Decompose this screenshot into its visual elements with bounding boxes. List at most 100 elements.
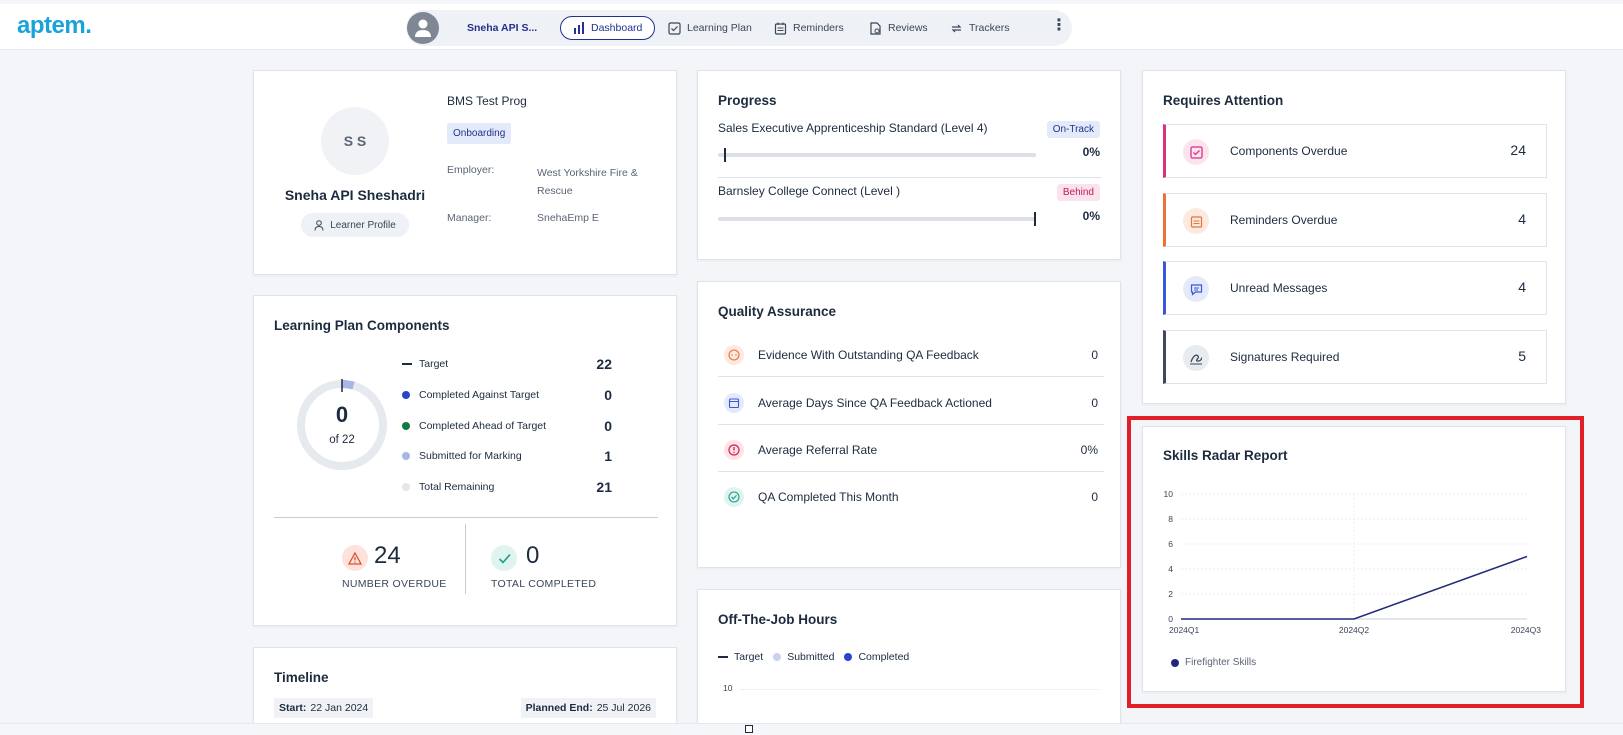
- progress-bar: [718, 217, 1036, 221]
- signatures-required-row[interactable]: Signatures Required 5: [1163, 330, 1547, 384]
- legend-submitted: Submitted: [773, 651, 834, 663]
- legend-completed: Completed: [844, 651, 909, 663]
- legend-dot: [844, 653, 853, 661]
- tab-label: Learning Plan: [687, 22, 752, 34]
- progress-title: Progress: [718, 93, 777, 108]
- tab-reviews[interactable]: Reviews: [869, 16, 928, 40]
- tab-learning-plan[interactable]: Learning Plan: [668, 16, 752, 40]
- completed-count: 0: [526, 542, 540, 569]
- learner-full-name: Sneha API Sheshadri: [284, 187, 426, 203]
- timeline-start: Start: 22 Jan 2024: [274, 698, 374, 718]
- overdue-label: NUMBER OVERDUE: [342, 578, 447, 590]
- attention-count: 4: [1518, 211, 1526, 227]
- legend-label: Target: [419, 358, 449, 370]
- on-track-badge: On-Track: [1046, 121, 1100, 138]
- progress-item-name[interactable]: Sales Executive Apprenticeship Standard …: [718, 121, 988, 135]
- timeline-end: Planned End: 25 Jul 2026: [520, 698, 656, 718]
- end-label: Planned End:: [525, 702, 593, 714]
- aptem-logo[interactable]: aptem.: [17, 12, 92, 40]
- legend-label: Total Remaining: [419, 481, 495, 493]
- legend-dot: [773, 653, 782, 661]
- employer-label: Employer:: [447, 164, 495, 176]
- tab-trackers[interactable]: Trackers: [950, 16, 1009, 40]
- attention-count: 5: [1518, 348, 1526, 364]
- otj-y-tick: 10: [723, 683, 733, 693]
- behind-badge: Behind: [1056, 184, 1100, 201]
- checkbox-icon: [1183, 139, 1209, 165]
- qa-title: Quality Assurance: [718, 304, 837, 319]
- check-circle-icon: [724, 487, 744, 507]
- reminders-overdue-row[interactable]: Reminders Overdue 4: [1163, 193, 1547, 247]
- tab-label: Reviews: [888, 22, 928, 34]
- legend-label: Completed Ahead of Target: [419, 420, 547, 432]
- learner-avatar[interactable]: [407, 12, 439, 44]
- profile-card: S S Sneha API Sheshadri Learner Profile …: [253, 70, 677, 275]
- highlight-box: [1127, 416, 1584, 708]
- legend-completed-ahead: Completed Ahead of Target 0: [402, 418, 612, 434]
- learner-name-short[interactable]: Sneha API S...: [467, 22, 537, 34]
- legend-target: Target 22: [402, 356, 612, 372]
- target-line-marker: [402, 363, 412, 365]
- timeline-card: Timeline Start: 22 Jan 2024 Planned End: 2…: [253, 647, 677, 735]
- legend-dot: [402, 452, 410, 460]
- divider: [274, 517, 658, 518]
- qa-row-outstanding-feedback[interactable]: Evidence With Outstanding QA Feedback 0: [718, 330, 1104, 377]
- end-value: 25 Jul 2026: [596, 702, 651, 714]
- requires-attention-card: Requires Attention Components Overdue 24…: [1142, 70, 1566, 404]
- lpc-title: Learning Plan Components: [274, 318, 450, 333]
- qa-row-average-days[interactable]: Average Days Since QA Feedback Actioned …: [718, 378, 1104, 425]
- progress-percent: 0%: [1082, 209, 1100, 223]
- attention-label: Components Overdue: [1230, 144, 1348, 158]
- submitted-arc: [341, 379, 355, 390]
- more-options-icon[interactable]: ⋮: [1051, 18, 1067, 34]
- learning-plan-components-card: Learning Plan Components 0 of 22 Target …: [253, 295, 677, 626]
- calendar-icon: [774, 22, 787, 35]
- repeat-icon: [951, 24, 962, 32]
- legend-value: 1: [604, 448, 612, 464]
- qa-row-referral-rate[interactable]: Average Referral Rate 0%: [718, 425, 1104, 472]
- target-marker: [1034, 212, 1036, 226]
- unread-messages-row[interactable]: Unread Messages 4: [1163, 261, 1547, 315]
- otj-title: Off-The-Job Hours: [718, 612, 838, 627]
- tab-reminders[interactable]: Reminders: [774, 16, 844, 40]
- calendar-icon: [1183, 208, 1209, 234]
- start-value: 22 Jan 2024: [310, 702, 369, 714]
- checkmark-icon: [491, 545, 517, 571]
- warning-icon: [342, 545, 368, 571]
- attention-count: 4: [1518, 279, 1526, 295]
- components-overdue-row[interactable]: Components Overdue 24: [1163, 124, 1547, 178]
- otj-gridline: [740, 689, 1100, 690]
- learner-profile-label: Learner Profile: [330, 219, 396, 231]
- donut-subtitle: of 22: [329, 434, 355, 446]
- legend-label: Submitted: [787, 651, 835, 663]
- legend-label: Target: [734, 651, 764, 663]
- top-navigation-bar: aptem. Sneha API S... Dashboard Learning…: [0, 4, 1623, 50]
- qa-label: Evidence With Outstanding QA Feedback: [758, 348, 979, 362]
- user-icon: [415, 19, 431, 37]
- legend-value: 0: [604, 387, 612, 403]
- manager-value: SnehaEmp E: [537, 212, 599, 224]
- message-icon: [1183, 276, 1209, 302]
- review-icon: [870, 21, 881, 35]
- vertical-divider: [465, 524, 466, 594]
- signature-icon: [1183, 345, 1209, 371]
- manager-label: Manager:: [447, 212, 492, 224]
- qa-row-completed-this-month[interactable]: QA Completed This Month 0: [718, 472, 1104, 519]
- learner-profile-button[interactable]: Learner Profile: [301, 213, 409, 237]
- attention-label: Unread Messages: [1230, 281, 1328, 295]
- overdue-count: 24: [374, 542, 401, 569]
- legend-label: Submitted for Marking: [419, 450, 522, 462]
- off-the-job-hours-card: Off-The-Job Hours Target Submitted Compl…: [697, 589, 1121, 735]
- qa-label: Average Referral Rate: [758, 443, 878, 457]
- otj-legend: Target Submitted Completed: [718, 651, 909, 663]
- scroll-handle[interactable]: [745, 725, 753, 733]
- bottom-scrollbar[interactable]: [0, 723, 1623, 735]
- qa-label: Average Days Since QA Feedback Actioned: [758, 396, 992, 410]
- legend-completed-against-target: Completed Against Target 0: [402, 387, 612, 403]
- tab-label: Reminders: [793, 22, 844, 34]
- tab-dashboard[interactable]: Dashboard: [560, 16, 656, 40]
- alert-circle-icon: [724, 440, 744, 460]
- legend-target: Target: [718, 651, 763, 663]
- qa-value: 0: [1091, 348, 1098, 362]
- progress-item-name[interactable]: Barnsley College Connect (Level ): [718, 184, 900, 198]
